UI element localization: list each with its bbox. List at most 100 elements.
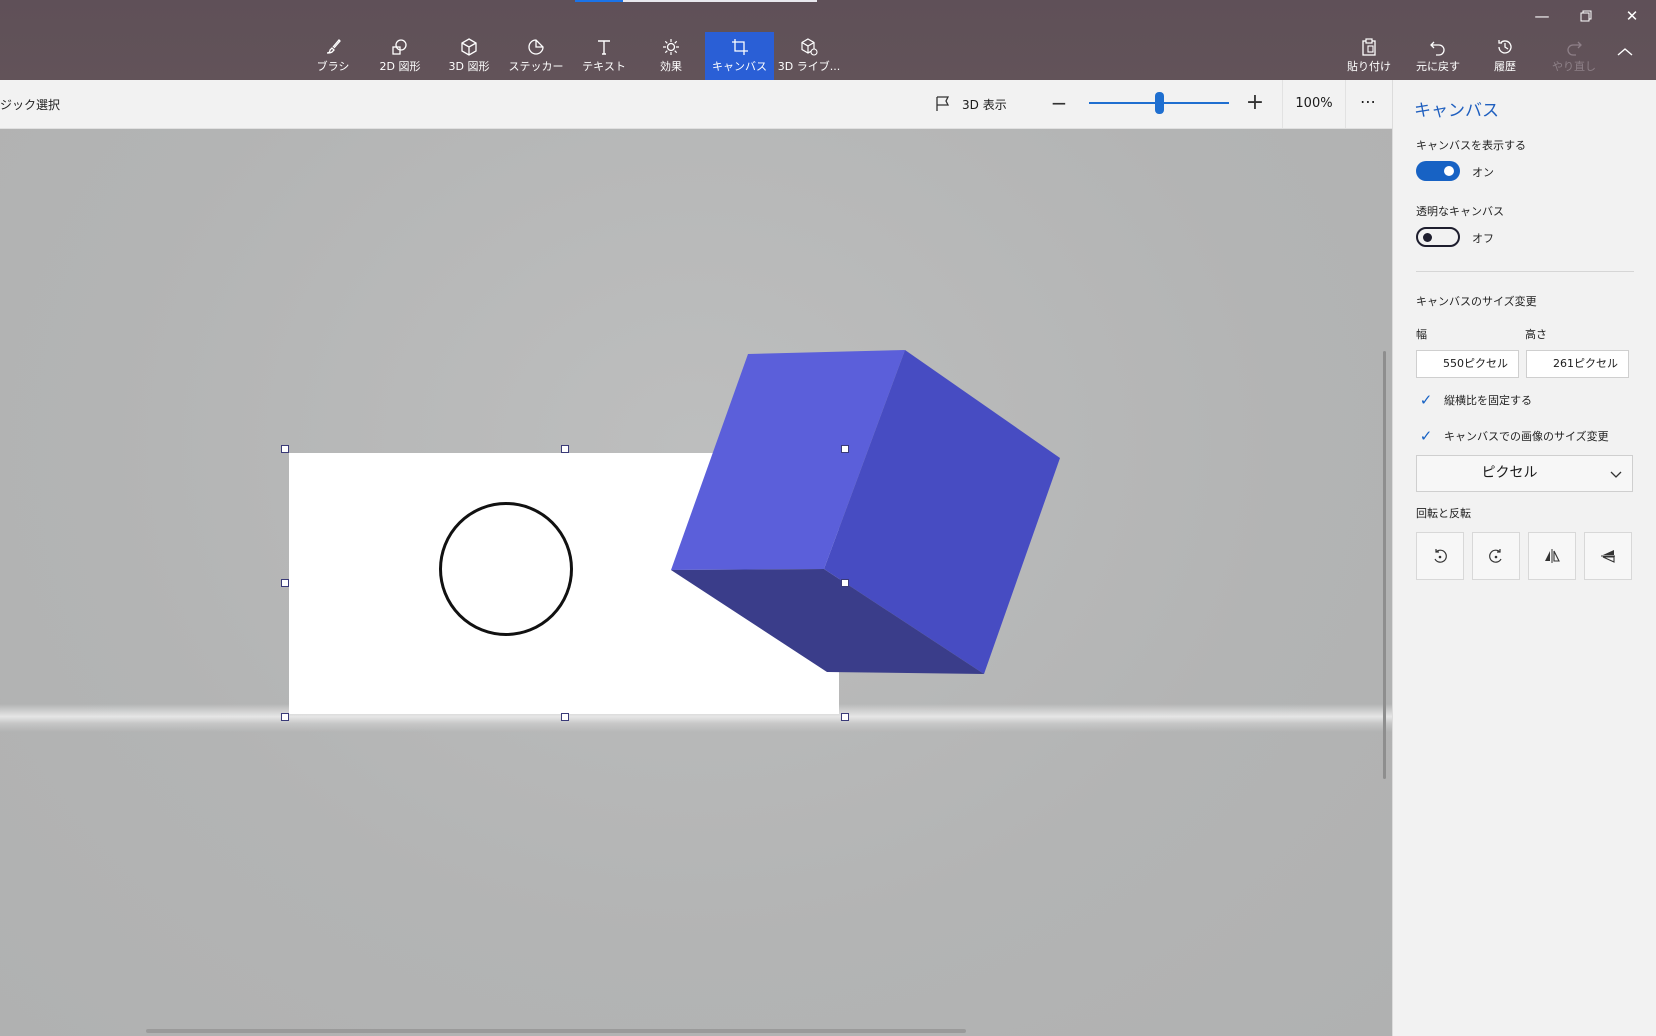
canvas-panel: キャンバス キャンバスを表示する オン 透明なキャンバス オフ キャンバスのサイ… <box>1392 80 1656 1036</box>
flip-vertical-icon <box>1601 550 1615 563</box>
cube-3d-icon <box>436 37 502 59</box>
zoom-slider-thumb[interactable] <box>1154 92 1164 114</box>
lock-aspect-label: 縦横比を固定する <box>1444 394 1532 407</box>
tool-history[interactable]: 履歴 <box>1472 32 1538 80</box>
tool-label: 2D 図形 <box>379 60 421 73</box>
effects-icon <box>638 37 704 59</box>
view-3d-label: 3D 表示 <box>962 97 1007 112</box>
tool-sticker[interactable]: ステッカー <box>503 32 569 80</box>
canvas-crop-icon <box>705 37 774 59</box>
resize-image-label: キャンバスでの画像のサイズ変更 <box>1444 430 1609 443</box>
horizontal-scrollbar[interactable] <box>146 1029 966 1033</box>
flip-horizontal-button[interactable] <box>1528 532 1576 580</box>
sticker-icon <box>503 37 569 59</box>
chevron-up-icon <box>1617 48 1633 56</box>
unit-value: ピクセル <box>1481 465 1538 481</box>
rotate-right-button[interactable] <box>1472 532 1520 580</box>
zoom-in-button[interactable]: + <box>1244 92 1266 114</box>
tool-label: キャンバス <box>712 60 767 73</box>
tool-brush[interactable]: ブラシ <box>300 32 366 80</box>
toggle-knob <box>1423 233 1432 242</box>
resize-handle-nw[interactable] <box>281 445 289 453</box>
collapse-ribbon-button[interactable] <box>1616 46 1646 68</box>
cube-3d-object[interactable] <box>0 129 1392 1036</box>
workspace[interactable] <box>0 129 1392 1036</box>
tool-label: 3D ライブ... <box>777 60 841 73</box>
tool-3d-library[interactable]: 3D ライブ... <box>774 32 844 80</box>
transparent-canvas-state: オフ <box>1472 232 1494 245</box>
flip-horizontal-icon <box>1545 549 1560 563</box>
tool-redo[interactable]: やり直し <box>1541 32 1607 80</box>
zoom-percent[interactable]: 100% <box>1282 80 1346 128</box>
secondary-toolbar: マジック選択 3D 表示 − + 100% ⋯ <box>0 80 1392 129</box>
show-canvas-toggle[interactable] <box>1416 161 1460 181</box>
shapes-2d-icon <box>367 37 433 59</box>
title-toolbar: — ✕ ブラシ 2D 図形 3D 図形 ステッカー テキスト 効果 キャンバス … <box>0 0 1656 80</box>
checkmark-icon: ✓ <box>1419 427 1433 445</box>
resize-handle-sw[interactable] <box>281 713 289 721</box>
tool-paste[interactable]: 貼り付け <box>1336 32 1402 80</box>
width-label: 幅 <box>1416 328 1427 341</box>
tool-3d-shapes[interactable]: 3D 図形 <box>436 32 502 80</box>
minimize-button[interactable]: — <box>1522 4 1562 28</box>
tool-label: 3D 図形 <box>448 60 490 73</box>
restore-button[interactable] <box>1566 4 1606 28</box>
redo-icon <box>1541 37 1607 59</box>
lock-aspect-checkbox[interactable]: ✓ 縦横比を固定する <box>1416 389 1532 411</box>
more-options-button[interactable]: ⋯ <box>1350 92 1386 116</box>
magic-select-button[interactable]: マジック選択 <box>0 96 60 113</box>
resize-heading: キャンバスのサイズ変更 <box>1416 295 1537 308</box>
tool-2d-shapes[interactable]: 2D 図形 <box>367 32 433 80</box>
view-3d-icon <box>936 96 950 111</box>
show-canvas-label: キャンバスを表示する <box>1416 139 1526 152</box>
text-icon <box>571 37 637 59</box>
transparent-canvas-toggle[interactable] <box>1416 227 1460 247</box>
rotate-left-icon <box>1434 549 1447 563</box>
zoom-out-button[interactable]: − <box>1048 92 1070 114</box>
brush-icon <box>300 37 366 59</box>
resize-handle-n[interactable] <box>561 445 569 453</box>
tool-label: 貼り付け <box>1347 60 1391 73</box>
tool-canvas[interactable]: キャンバス <box>705 32 774 80</box>
library-3d-icon <box>774 37 844 59</box>
tool-label: テキスト <box>582 60 626 73</box>
tool-label: ステッカー <box>508 60 564 73</box>
resize-image-checkbox[interactable]: ✓ キャンバスでの画像のサイズ変更 <box>1416 425 1609 447</box>
chevron-down-icon <box>1610 471 1622 478</box>
rotate-left-button[interactable] <box>1416 532 1464 580</box>
tool-text[interactable]: テキスト <box>571 32 637 80</box>
tool-label: やり直し <box>1552 60 1596 73</box>
width-input[interactable]: 550ピクセル <box>1416 350 1519 378</box>
resize-handle-s[interactable] <box>561 713 569 721</box>
title-accent-bar <box>575 0 623 2</box>
height-input[interactable]: 261ピクセル <box>1526 350 1629 378</box>
undo-icon <box>1405 37 1471 59</box>
height-label: 高さ <box>1525 328 1547 341</box>
toggle-knob <box>1444 166 1454 176</box>
tool-label: 効果 <box>660 60 682 73</box>
rotate-heading: 回転と反転 <box>1416 507 1471 520</box>
panel-divider <box>1416 271 1634 272</box>
panel-title: キャンバス <box>1414 101 1499 121</box>
flip-vertical-button[interactable] <box>1584 532 1632 580</box>
restore-icon <box>1580 10 1592 22</box>
tool-undo[interactable]: 元に戻す <box>1405 32 1471 80</box>
tool-effects[interactable]: 効果 <box>638 32 704 80</box>
resize-handle-w[interactable] <box>281 579 289 587</box>
show-canvas-state: オン <box>1472 166 1494 179</box>
checkmark-icon: ✓ <box>1419 391 1433 409</box>
vertical-scrollbar[interactable] <box>1383 351 1386 779</box>
unit-dropdown[interactable]: ピクセル <box>1416 455 1633 492</box>
view-3d-button[interactable]: 3D 表示 <box>934 93 1007 115</box>
tool-label: 履歴 <box>1494 60 1516 73</box>
history-icon <box>1472 37 1538 59</box>
rotate-right-icon <box>1489 549 1502 563</box>
tool-label: ブラシ <box>316 60 350 73</box>
title-light-bar <box>623 0 817 2</box>
resize-handle-ne[interactable] <box>841 445 849 453</box>
close-button[interactable]: ✕ <box>1612 4 1652 28</box>
paste-icon <box>1336 37 1402 59</box>
tool-label: 元に戻す <box>1416 60 1460 73</box>
resize-handle-se[interactable] <box>841 713 849 721</box>
resize-handle-e[interactable] <box>841 579 849 587</box>
